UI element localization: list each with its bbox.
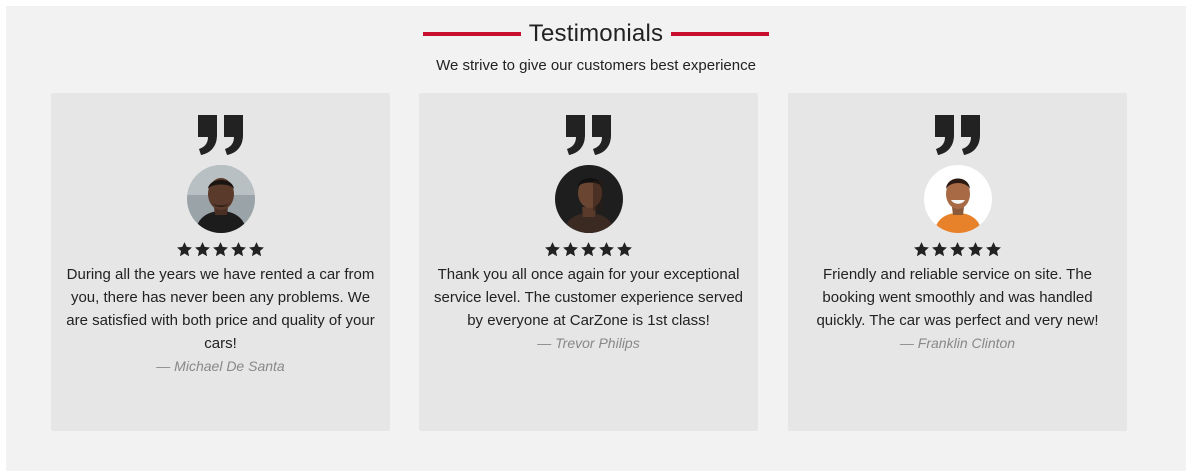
review-text: During all the years we have rented a ca… — [66, 266, 375, 352]
section-title: Testimonials — [528, 20, 664, 47]
title-decor-line-right — [671, 32, 770, 36]
star-icon — [913, 241, 930, 258]
review-text-block: Thank you all once again for your except… — [431, 263, 746, 355]
star-icon — [985, 241, 1002, 258]
testimonials-section: Testimonials We strive to give our custo… — [6, 6, 1186, 471]
review-text: Friendly and reliable service on site. T… — [816, 266, 1099, 329]
star-icon — [949, 241, 966, 258]
review-author: — Trevor Philips — [537, 335, 640, 351]
rating-stars — [788, 241, 1127, 258]
review-author: — Franklin Clinton — [899, 335, 1016, 351]
rating-stars — [51, 241, 390, 258]
review-text: Thank you all once again for your except… — [433, 266, 744, 329]
avatar — [923, 165, 992, 233]
testimonial-card: Thank you all once again for your except… — [419, 93, 758, 431]
review-text-block: Friendly and reliable service on site. T… — [800, 263, 1115, 355]
star-icon — [967, 241, 984, 258]
star-icon — [248, 241, 265, 258]
section-subtitle: We strive to give our customers best exp… — [436, 57, 756, 74]
star-icon — [616, 241, 633, 258]
rating-stars — [419, 241, 758, 258]
star-icon — [176, 241, 193, 258]
avatar — [186, 165, 255, 233]
quote-icon — [196, 113, 246, 155]
testimonial-card: Friendly and reliable service on site. T… — [788, 93, 1127, 431]
star-icon — [580, 241, 597, 258]
review-author: — Michael De Santa — [156, 358, 285, 374]
star-icon — [230, 241, 247, 258]
star-icon — [194, 241, 211, 258]
star-icon — [598, 241, 615, 258]
quote-icon — [933, 113, 983, 155]
star-icon — [212, 241, 229, 258]
title-decor-line-left — [422, 32, 521, 36]
star-icon — [544, 241, 561, 258]
star-icon — [562, 241, 579, 258]
quote-icon — [564, 113, 614, 155]
avatar — [554, 165, 623, 233]
testimonial-card: During all the years we have rented a ca… — [51, 93, 390, 431]
review-text-block: During all the years we have rented a ca… — [63, 263, 378, 378]
star-icon — [931, 241, 948, 258]
section-header: Testimonials — [6, 19, 1186, 49]
